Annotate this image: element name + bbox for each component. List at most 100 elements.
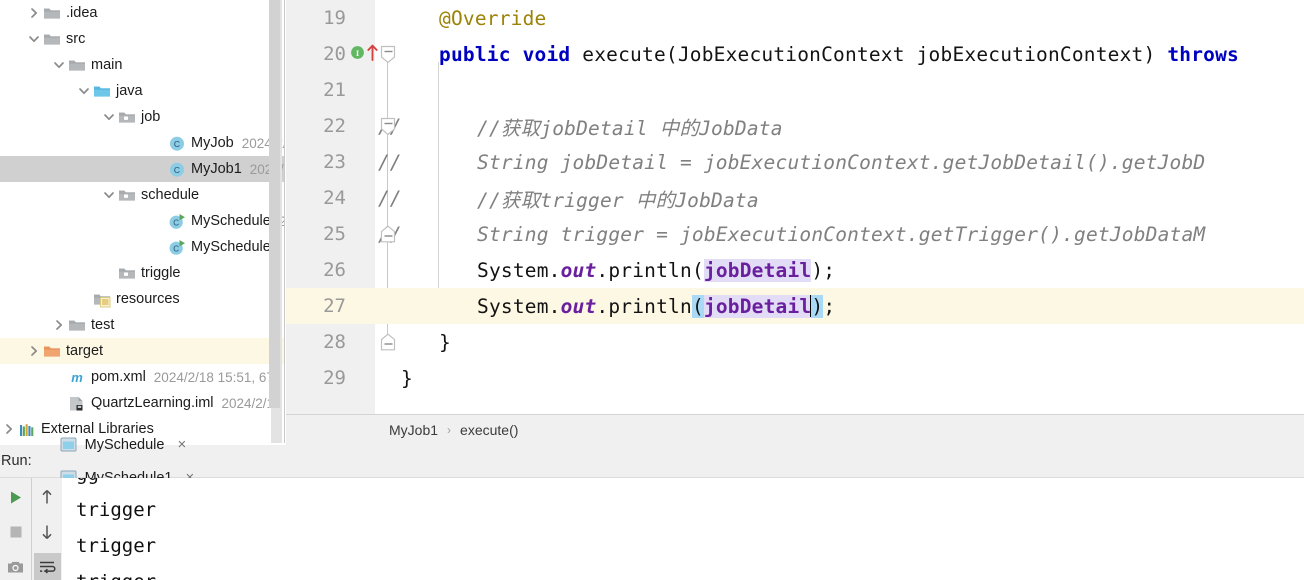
code-line[interactable]: 19 @Override: [286, 0, 1304, 36]
fold-end-icon[interactable]: [380, 333, 396, 352]
implementing-method-icon[interactable]: I: [350, 45, 365, 63]
line-number: 23: [323, 151, 346, 173]
project-tree-scrollbar-track[interactable]: [269, 0, 282, 443]
tree-item-label: src: [66, 31, 86, 47]
tree-item--idea[interactable]: .idea: [0, 0, 284, 26]
tree-item-label: MySchedule: [191, 213, 271, 229]
tree-item-main[interactable]: main: [0, 52, 284, 78]
tree-item-myschedule1[interactable]: CMySchedule1202: [0, 234, 284, 260]
breadcrumb-item[interactable]: MyJob1: [389, 422, 438, 438]
code-line[interactable]: 29}: [286, 360, 1304, 396]
svg-text:C: C: [173, 218, 179, 227]
line-number: 21: [323, 79, 346, 101]
run-tab-bar[interactable]: Run: MySchedule×MySchedule1×: [0, 436, 1304, 494]
run-toolbar-col-2: [31, 478, 62, 580]
line-number: 26: [323, 259, 346, 281]
chevron-right-icon[interactable]: [25, 7, 43, 19]
tree-item-pom-xml[interactable]: m pom.xml 2024/2/18 15:51, 673 B: [0, 364, 284, 390]
tree-item-triggle[interactable]: triggle: [0, 260, 284, 286]
fold-collapse-icon[interactable]: [380, 45, 396, 64]
tree-item-src[interactable]: src: [0, 26, 284, 52]
tree-item-label: .idea: [66, 5, 98, 21]
code-line[interactable]: 23 // String jobDetail = jobExecutionConte…: [286, 144, 1304, 180]
tree-item-schedule[interactable]: schedule: [0, 182, 284, 208]
tree-item-label: MyJob: [191, 135, 234, 151]
breadcrumb-separator: ›: [447, 423, 452, 437]
run-tab-myschedule[interactable]: MySchedule ×: [50, 428, 206, 461]
tree-item-myjob1[interactable]: CMyJob12024/2/1: [0, 156, 284, 182]
screenshot-button[interactable]: [2, 553, 29, 580]
chevron-down-icon[interactable]: [100, 189, 118, 201]
code-line-text: String trigger = jobExecutionContext.get…: [477, 222, 1206, 246]
code-line-text: System.out.println(jobDetail);: [477, 258, 836, 282]
breadcrumb-item[interactable]: execute(): [460, 422, 518, 438]
chevron-down-icon[interactable]: [100, 111, 118, 123]
code-line[interactable]: 22////获取jobDetail 中的JobData: [286, 108, 1304, 144]
tree-item-job[interactable]: job: [0, 104, 284, 130]
code-line[interactable]: 21: [286, 72, 1304, 108]
code-line[interactable]: 26 System.out.println(jobDetail);: [286, 252, 1304, 288]
tree-item-label: MySchedule1: [191, 239, 279, 255]
commented-line-prefix: //: [378, 186, 402, 210]
code-line[interactable]: 28}: [286, 324, 1304, 360]
fold-collapse-icon[interactable]: [380, 117, 396, 136]
console-output[interactable]: gg trigger trigger trigger: [62, 478, 1304, 580]
tree-item-label: test: [91, 317, 115, 333]
chevron-right-icon[interactable]: [0, 423, 18, 435]
line-number: 28: [323, 331, 346, 353]
rerun-button[interactable]: [2, 484, 29, 511]
tree-item-java[interactable]: java: [0, 78, 284, 104]
tree-item-label: resources: [116, 291, 180, 307]
line-number: 25: [323, 223, 346, 245]
line-number: 20: [323, 43, 346, 65]
folder-pkg-icon: [118, 186, 136, 204]
tree-item-label: MyJob1: [191, 161, 242, 177]
chevron-down-icon[interactable]: [50, 59, 68, 71]
libraries-icon: [18, 420, 36, 438]
tree-item-test[interactable]: test: [0, 312, 284, 338]
stop-button[interactable]: [2, 519, 29, 546]
tree-item-label: job: [141, 109, 161, 125]
code-line[interactable]: 24 // //获取trigger 中的JobData: [286, 180, 1304, 216]
close-icon[interactable]: ×: [177, 436, 186, 453]
folder-gray-icon: [68, 56, 86, 74]
code-line-text: System.out.println(jobDetail);: [477, 294, 836, 318]
fold-end-icon[interactable]: [380, 225, 396, 244]
chevron-down-icon[interactable]: [75, 85, 93, 97]
code-line[interactable]: 25//String trigger = jobExecutionContext…: [286, 216, 1304, 252]
folder-gray-icon: [43, 4, 61, 22]
commented-line-prefix: //: [378, 150, 402, 174]
project-tree-panel[interactable]: .ideasrcmainjavajobCMyJob2024/2/18CMyJob…: [0, 0, 285, 443]
folder-pkg-icon: [118, 108, 136, 126]
project-tree-scrollbar-thumb[interactable]: [269, 0, 280, 408]
arrow-down-button[interactable]: [34, 519, 61, 546]
code-line[interactable]: 20 Ipublic void execute(JobExecutionConte…: [286, 36, 1304, 72]
tree-item-myschedule[interactable]: CMySchedule2024: [0, 208, 284, 234]
chevron-down-icon[interactable]: [25, 33, 43, 45]
run-toolbar[interactable]: [0, 478, 62, 580]
tree-item-label: pom.xml: [91, 369, 146, 385]
breadcrumb[interactable]: MyJob1 › execute(): [286, 414, 1304, 445]
run-tool-window[interactable]: Run: MySchedule×MySchedule1×: [0, 436, 1304, 580]
arrow-up-button[interactable]: [34, 484, 61, 511]
chevron-right-icon[interactable]: [25, 345, 43, 357]
line-number: 19: [323, 7, 346, 29]
chevron-right-icon[interactable]: [50, 319, 68, 331]
project-tree-list[interactable]: .ideasrcmainjavajobCMyJob2024/2/18CMyJob…: [0, 0, 284, 442]
console-line: trigger: [76, 535, 157, 557]
tree-item-label: java: [116, 83, 143, 99]
tree-item-target[interactable]: target: [0, 338, 284, 364]
tree-item-meta: 2024/2/18 15:51, 673 B: [153, 369, 285, 385]
soft-wrap-toggle[interactable]: [33, 553, 61, 580]
tree-item-myjob[interactable]: CMyJob2024/2/18: [0, 130, 284, 156]
tree-item-label: target: [66, 343, 104, 359]
tree-item-resources[interactable]: resources: [0, 286, 284, 312]
tree-item-label: main: [91, 57, 123, 73]
tree-item-label: QuartzLearning.iml: [91, 395, 214, 411]
tree-item-quartzlearning-iml[interactable]: QuartzLearning.iml2024/2/18 15: [0, 390, 284, 416]
code-editor[interactable]: 19 @Override 20 Ipublic void execute(JobExe…: [286, 0, 1304, 414]
overriding-method-icon[interactable]: [366, 44, 379, 64]
class-run-icon: C: [168, 238, 186, 256]
code-line[interactable]: 27 System.out.println(jobDetail);: [286, 288, 1304, 324]
code-line-text: }: [401, 366, 413, 390]
